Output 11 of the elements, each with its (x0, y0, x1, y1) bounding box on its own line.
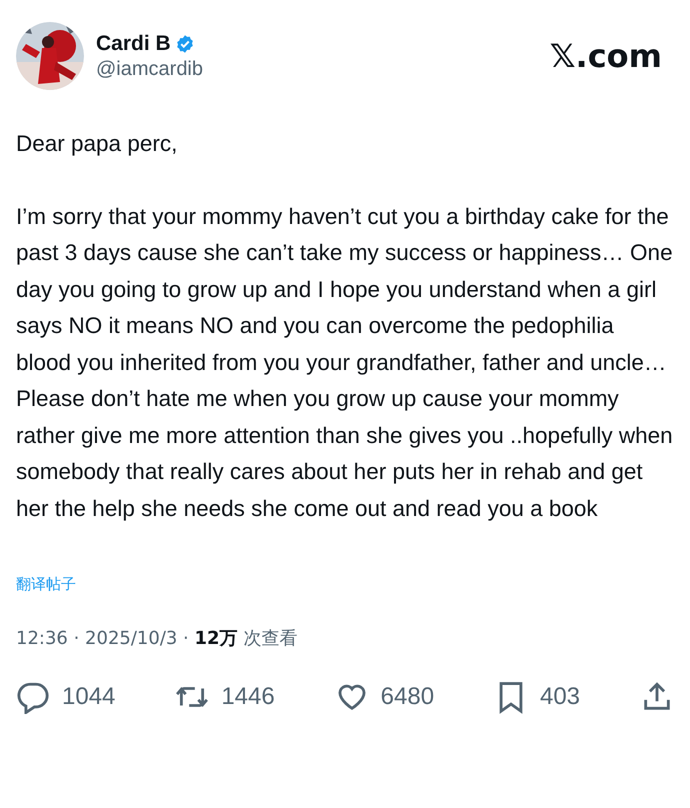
like-button[interactable]: 6480 (334, 680, 434, 714)
post-text: Dear papa perc, (16, 130, 178, 158)
reply-button[interactable]: 1044 (16, 680, 116, 714)
speech-bubble-icon (16, 680, 50, 714)
user-handle[interactable]: @iamcardib (96, 58, 538, 80)
post-meta: 12:36 · 2025/10/3 · 12万 次查看 (16, 627, 298, 650)
repost-button[interactable]: 1446 (175, 680, 275, 714)
post-text: I’m sorry that your mommy haven’t cut you a birthday cake for the past 3 days cause she can’t take my success or happiness… One day you going to grow up and I hope you understand when a girl says NO it means NO and you can overcome the pedophilia blood you inherited from you your grandfather, father and uncle… Please don’t hate me when you grow up cause your mommy rather give me more attention than she gives you ..hopefully when somebody that really cares about her puts her in rehab and get her the help she needs she come out and read you a book (16, 202, 674, 523)
bookmark-button[interactable]: 403 (494, 680, 580, 714)
user-name: Cardi B (96, 32, 171, 56)
site-logo: 𝕏.com (550, 37, 662, 75)
